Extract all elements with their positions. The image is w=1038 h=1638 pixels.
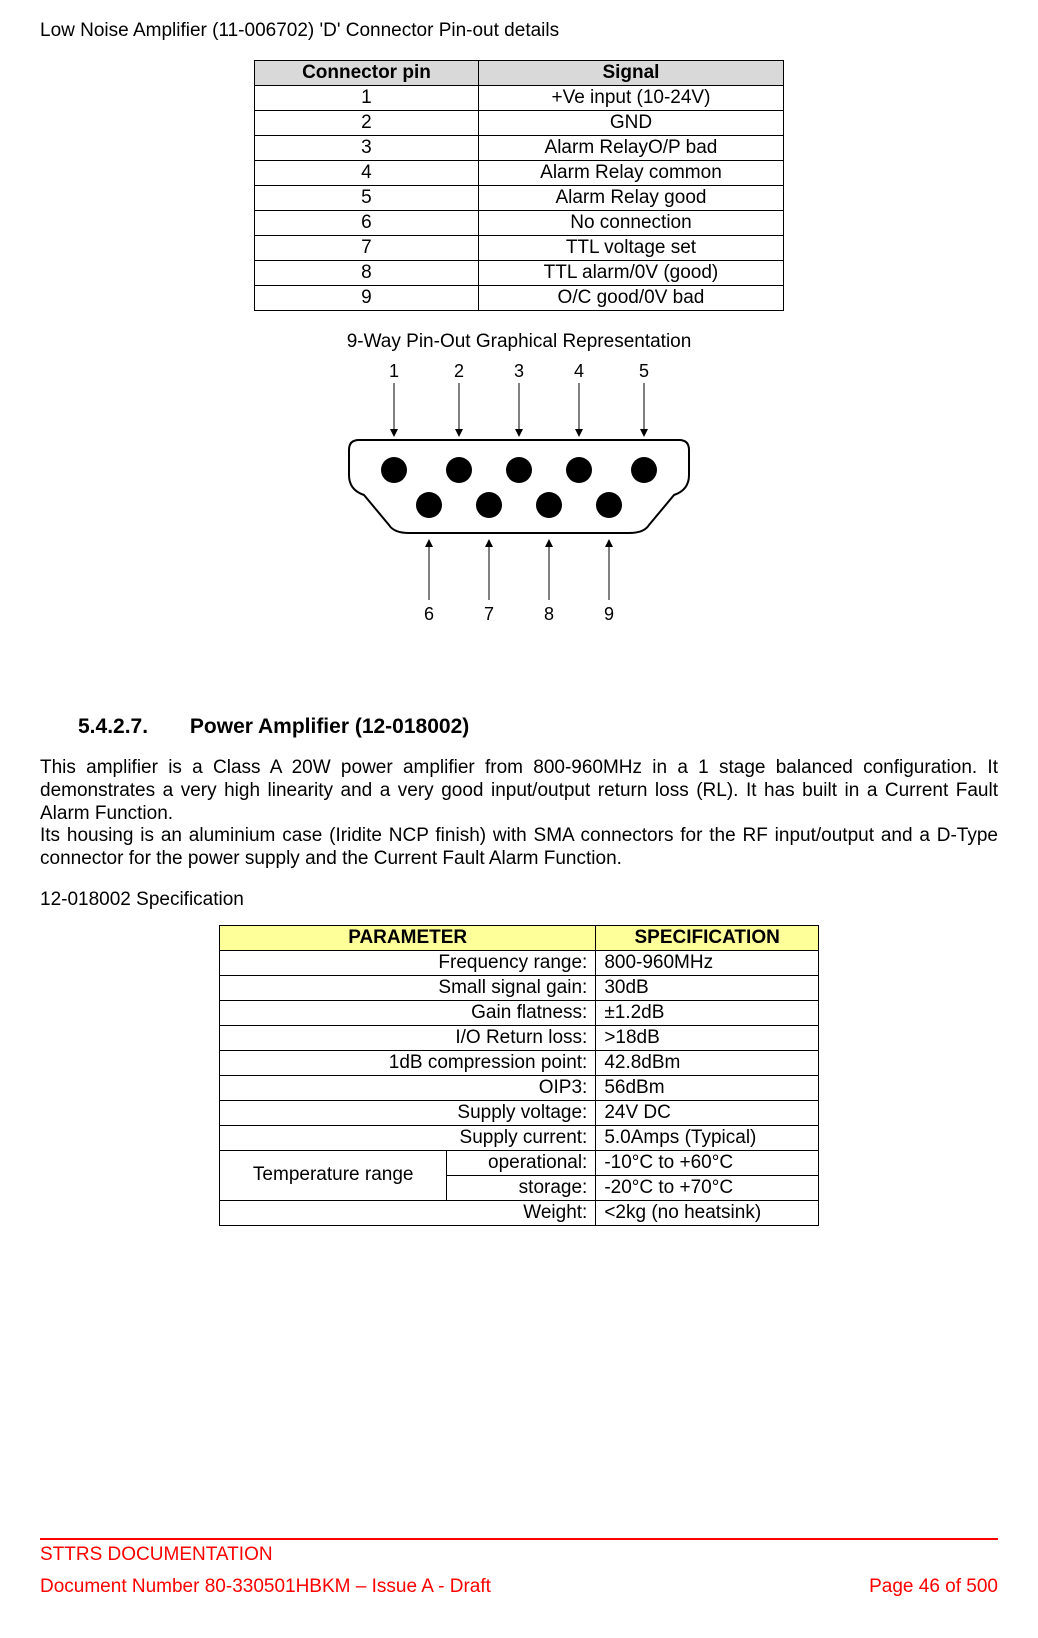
body-paragraph: This amplifier is a Class A 20W power am… bbox=[40, 757, 998, 825]
spec-cell: ±1.2dB bbox=[596, 1000, 819, 1025]
spec-cell: <2kg (no heatsink) bbox=[596, 1200, 819, 1225]
spec-cell: 24V DC bbox=[596, 1100, 819, 1125]
pin-number-cell: 7 bbox=[255, 236, 479, 261]
section-heading: 5.4.2.7. Power Amplifier (12-018002) bbox=[78, 715, 998, 739]
footer-org: STTRS DOCUMENTATION bbox=[40, 1544, 273, 1566]
spec-cell: 800-960MHz bbox=[596, 950, 819, 975]
table-row: Supply voltage:24V DC bbox=[220, 1100, 819, 1125]
page-title: Low Noise Amplifier (11-006702) 'D' Conn… bbox=[40, 20, 998, 42]
pin-number-cell: 1 bbox=[255, 86, 479, 111]
table-row: 1+Ve input (10-24V) bbox=[255, 86, 784, 111]
signal-cell: TTL alarm/0V (good) bbox=[478, 261, 783, 286]
section-title: Power Amplifier (12-018002) bbox=[190, 715, 469, 738]
table-row: Gain flatness:±1.2dB bbox=[220, 1000, 819, 1025]
svg-text:4: 4 bbox=[574, 361, 584, 381]
footer-divider bbox=[40, 1538, 998, 1540]
spec-cell: 56dBm bbox=[596, 1075, 819, 1100]
table-row: 7TTL voltage set bbox=[255, 236, 784, 261]
param-cell: I/O Return loss: bbox=[220, 1025, 596, 1050]
param-cell: Gain flatness: bbox=[220, 1000, 596, 1025]
spec-cell: 30dB bbox=[596, 975, 819, 1000]
table-header-row: Connector pin Signal bbox=[255, 61, 784, 86]
spec-header-param: PARAMETER bbox=[220, 925, 596, 950]
spec-cell: -10°C to +60°C bbox=[596, 1150, 819, 1175]
svg-text:5: 5 bbox=[639, 361, 649, 381]
table-row: 3Alarm RelayO/P bad bbox=[255, 136, 784, 161]
table-row: Weight:<2kg (no heatsink) bbox=[220, 1200, 819, 1225]
pin-number-cell: 2 bbox=[255, 111, 479, 136]
footer-page: Page 46 of 500 bbox=[869, 1576, 998, 1598]
spec-cell: -20°C to +70°C bbox=[596, 1175, 819, 1200]
diagram-caption: 9-Way Pin-Out Graphical Representation bbox=[40, 331, 998, 353]
table-row: I/O Return loss:>18dB bbox=[220, 1025, 819, 1050]
db9-connector-icon: 1 2 3 4 5 6 7 8 9 bbox=[319, 355, 719, 635]
pin-number-cell: 8 bbox=[255, 261, 479, 286]
pin-number-cell: 3 bbox=[255, 136, 479, 161]
svg-text:7: 7 bbox=[484, 604, 494, 624]
signal-cell: GND bbox=[478, 111, 783, 136]
param-cell: Small signal gain: bbox=[220, 975, 596, 1000]
page-footer: STTRS DOCUMENTATION Document Number 80-3… bbox=[40, 1538, 998, 1608]
table-row: 6No connection bbox=[255, 211, 784, 236]
param-cell: 1dB compression point: bbox=[220, 1050, 596, 1075]
svg-text:2: 2 bbox=[454, 361, 464, 381]
table-row: 1dB compression point:42.8dBm bbox=[220, 1050, 819, 1075]
pinout-table: Connector pin Signal 1+Ve input (10-24V)… bbox=[254, 60, 784, 311]
svg-text:9: 9 bbox=[604, 604, 614, 624]
spec-cell: >18dB bbox=[596, 1025, 819, 1050]
param-cell: Frequency range: bbox=[220, 950, 596, 975]
table-row: Supply current:5.0Amps (Typical) bbox=[220, 1125, 819, 1150]
pin-number-cell: 5 bbox=[255, 186, 479, 211]
spec-header-spec: SPECIFICATION bbox=[596, 925, 819, 950]
param-cell: operational: bbox=[447, 1150, 596, 1175]
table-row: 5Alarm Relay good bbox=[255, 186, 784, 211]
spec-cell: 42.8dBm bbox=[596, 1050, 819, 1075]
pin-number-cell: 9 bbox=[255, 286, 479, 311]
param-cell: OIP3: bbox=[220, 1075, 596, 1100]
signal-cell: Alarm Relay good bbox=[478, 186, 783, 211]
param-cell: storage: bbox=[447, 1175, 596, 1200]
connector-diagram: 1 2 3 4 5 6 7 8 9 bbox=[40, 355, 998, 635]
table-row: 4Alarm Relay common bbox=[255, 161, 784, 186]
body-paragraph: Its housing is an aluminium case (Iridit… bbox=[40, 825, 998, 871]
table-row: 8TTL alarm/0V (good) bbox=[255, 261, 784, 286]
signal-cell: Alarm RelayO/P bad bbox=[478, 136, 783, 161]
signal-cell: TTL voltage set bbox=[478, 236, 783, 261]
signal-cell: No connection bbox=[478, 211, 783, 236]
table-row: Temperature rangeoperational:-10°C to +6… bbox=[220, 1150, 819, 1175]
table-row: 2GND bbox=[255, 111, 784, 136]
svg-text:6: 6 bbox=[424, 604, 434, 624]
param-cell: Supply current: bbox=[220, 1125, 596, 1150]
table-row: OIP3:56dBm bbox=[220, 1075, 819, 1100]
param-cell: Supply voltage: bbox=[220, 1100, 596, 1125]
section-number: 5.4.2.7. bbox=[78, 715, 148, 739]
svg-text:1: 1 bbox=[389, 361, 399, 381]
signal-cell: +Ve input (10-24V) bbox=[478, 86, 783, 111]
param-cell: Weight: bbox=[220, 1200, 596, 1225]
signal-cell: O/C good/0V bad bbox=[478, 286, 783, 311]
table-row: Small signal gain:30dB bbox=[220, 975, 819, 1000]
spec-table-label: 12-018002 Specification bbox=[40, 889, 998, 911]
pin-number-cell: 6 bbox=[255, 211, 479, 236]
pinout-header-signal: Signal bbox=[478, 61, 783, 86]
svg-text:3: 3 bbox=[514, 361, 524, 381]
pin-number-cell: 4 bbox=[255, 161, 479, 186]
param-group-cell: Temperature range bbox=[220, 1150, 447, 1200]
table-row: Frequency range:800-960MHz bbox=[220, 950, 819, 975]
table-row: 9O/C good/0V bad bbox=[255, 286, 784, 311]
signal-cell: Alarm Relay common bbox=[478, 161, 783, 186]
svg-text:8: 8 bbox=[544, 604, 554, 624]
pinout-header-pin: Connector pin bbox=[255, 61, 479, 86]
spec-table: PARAMETER SPECIFICATION Frequency range:… bbox=[219, 925, 819, 1226]
spec-cell: 5.0Amps (Typical) bbox=[596, 1125, 819, 1150]
footer-docnum: Document Number 80-330501HBKM – Issue A … bbox=[40, 1576, 491, 1598]
table-header-row: PARAMETER SPECIFICATION bbox=[220, 925, 819, 950]
